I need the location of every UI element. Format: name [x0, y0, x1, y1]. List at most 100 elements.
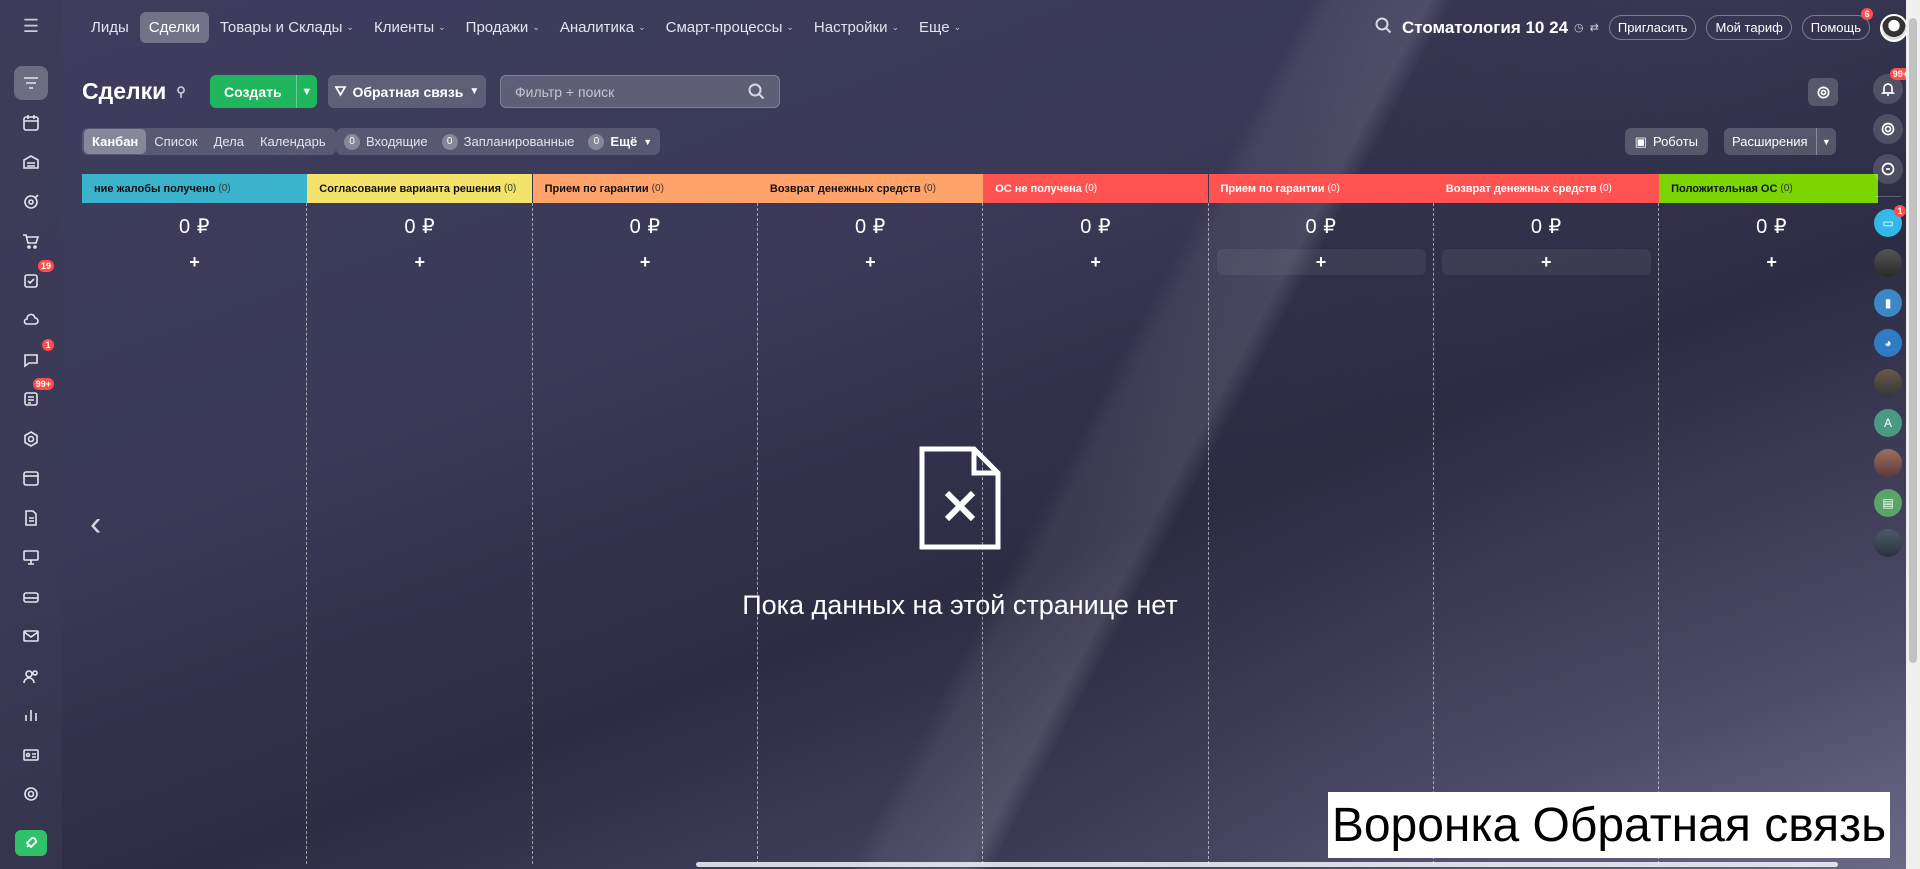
stage-header[interactable]: Согласование варианта решения (0): [307, 174, 533, 203]
spiral-icon: [1881, 122, 1895, 136]
cloud-icon[interactable]: [14, 303, 48, 337]
settings-icon[interactable]: [14, 777, 48, 811]
id-card-icon[interactable]: [14, 738, 48, 772]
cart-icon[interactable]: [14, 224, 48, 258]
nav-item[interactable]: Сделки: [139, 12, 209, 43]
copilot-button[interactable]: [1873, 114, 1903, 144]
nav-item[interactable]: Еще ⌄: [910, 12, 970, 43]
view-tab[interactable]: Календарь: [252, 129, 334, 154]
avatar[interactable]: [1874, 369, 1902, 397]
funnel-selector[interactable]: ⛛ Обратная связь ▼: [328, 75, 486, 108]
avatar[interactable]: ▤: [1874, 489, 1902, 517]
chat-icon[interactable]: 1: [14, 338, 54, 377]
nav-item[interactable]: Смарт-процессы ⌄: [657, 12, 803, 43]
drive-icon[interactable]: [14, 580, 48, 614]
extensions-button[interactable]: Расширения ▼: [1724, 128, 1836, 155]
nav-item-label: Сделки: [148, 19, 200, 36]
stage-header[interactable]: ОС не получена (0): [983, 174, 1209, 203]
stage-header[interactable]: Возврат денежных средств (0): [1433, 174, 1659, 203]
users-icon[interactable]: [14, 659, 48, 693]
target-icon[interactable]: [14, 185, 48, 219]
avatar[interactable]: [1874, 529, 1902, 557]
crm-filter-icon[interactable]: [14, 66, 48, 100]
add-deal-button[interactable]: +: [991, 249, 1200, 275]
help-button[interactable]: Помощь 6: [1801, 8, 1873, 40]
add-deal-button[interactable]: +: [315, 249, 524, 275]
counter-item[interactable]: 0 Входящие: [344, 133, 428, 150]
avatar[interactable]: [1874, 249, 1902, 277]
hexagon-icon[interactable]: [14, 422, 48, 456]
stage-count: (0): [1327, 183, 1340, 194]
vertical-scrollbar[interactable]: [1906, 0, 1920, 869]
calendar-list-icon[interactable]: [14, 106, 48, 140]
nav-item[interactable]: Продажи ⌄: [457, 12, 549, 43]
nav-item[interactable]: Товары и Склады ⌄: [211, 12, 363, 43]
scrollbar-thumb[interactable]: [1909, 18, 1917, 663]
stage-header[interactable]: Возврат денежных средств (0): [757, 174, 983, 203]
robots-button[interactable]: ▣ Роботы: [1624, 128, 1708, 155]
stage-header[interactable]: Прием по гарантии (0): [532, 174, 758, 203]
stage-header[interactable]: Прием по гарантии (0): [1208, 174, 1434, 203]
kanban-column: Возврат денежных средств (0) 0 ₽ +: [1432, 174, 1659, 864]
tasks-icon[interactable]: 19: [14, 259, 54, 298]
switch-icon[interactable]: ⇄: [1590, 21, 1599, 34]
view-tab[interactable]: Дела: [206, 129, 252, 154]
counter-label: Ещё: [610, 134, 638, 149]
avatar[interactable]: [1874, 449, 1902, 477]
nav-item[interactable]: Лиды: [82, 12, 138, 43]
filter-input[interactable]: [515, 83, 735, 100]
chevron-down-icon[interactable]: ▼: [295, 75, 317, 108]
scroll-left-arrow[interactable]: ‹: [90, 505, 101, 544]
tariff-button[interactable]: Мой тариф: [1706, 15, 1792, 40]
counter-number: 0: [588, 133, 605, 150]
mail-icon[interactable]: [14, 619, 48, 653]
avatar[interactable]: ◕: [1874, 329, 1902, 357]
create-button[interactable]: Создать ▼: [210, 75, 317, 108]
company-name[interactable]: Стоматология 10 24 ◷ ⇄: [1402, 18, 1599, 38]
stage-header[interactable]: Положительная ОС (0): [1659, 174, 1879, 203]
search-chat-button[interactable]: [1873, 154, 1903, 184]
menu-icon[interactable]: ☰: [19, 16, 43, 36]
counter-label: Запланированные: [463, 134, 575, 149]
view-tab[interactable]: Канбан: [84, 129, 147, 154]
kanban-settings-button[interactable]: [1808, 78, 1838, 106]
rocket-icon[interactable]: [15, 830, 47, 856]
feed-icon[interactable]: 99+: [14, 378, 54, 416]
view-tab[interactable]: Список: [146, 129, 205, 154]
counter-item[interactable]: 0 Ещё ▼: [588, 133, 652, 150]
chevron-down-icon[interactable]: ▼: [1815, 128, 1836, 155]
add-deal-button[interactable]: +: [766, 249, 975, 275]
horizontal-scrollbar[interactable]: [696, 862, 1838, 867]
pin-icon[interactable]: ⚲: [176, 84, 186, 100]
document-icon[interactable]: [14, 501, 48, 535]
help-label: Помощь: [1810, 20, 1861, 35]
add-deal-button[interactable]: +: [541, 249, 750, 275]
add-deal-button[interactable]: +: [90, 249, 299, 275]
presentation-icon[interactable]: [14, 540, 48, 574]
stage-sum: 0 ₽: [1305, 216, 1337, 238]
nav-item[interactable]: Настройки ⌄: [805, 12, 908, 43]
avatar[interactable]: A: [1874, 409, 1902, 437]
warehouse-icon[interactable]: [14, 145, 48, 179]
gear-icon: [1817, 86, 1829, 98]
calendar-icon[interactable]: [14, 461, 48, 495]
filter-search[interactable]: [500, 75, 780, 108]
add-deal-button[interactable]: +: [1441, 249, 1651, 275]
chevron-down-icon: ⌄: [346, 22, 354, 32]
nav-item[interactable]: Аналитика ⌄: [551, 12, 655, 43]
nav-item[interactable]: Клиенты ⌄: [365, 12, 455, 43]
open-channel-icon[interactable]: ▭ 1: [1874, 205, 1906, 237]
funnel-label: Обратная связь: [352, 83, 464, 100]
analytics-icon[interactable]: [14, 698, 48, 732]
stage-header[interactable]: ние жалобы получено (0): [82, 174, 307, 203]
search-icon[interactable]: [1375, 17, 1392, 39]
bookmark-icon[interactable]: ▮: [1874, 289, 1902, 317]
search-icon[interactable]: [748, 83, 765, 100]
counter-item[interactable]: 0 Запланированные: [441, 133, 575, 150]
notifications-button[interactable]: 99+: [1873, 68, 1911, 104]
add-deal-button[interactable]: +: [1216, 249, 1426, 275]
tasks-badge: 19: [37, 259, 54, 272]
invite-button[interactable]: Пригласить: [1608, 15, 1697, 40]
add-deal-button[interactable]: +: [1667, 249, 1876, 275]
user-avatar[interactable]: [1880, 13, 1908, 42]
